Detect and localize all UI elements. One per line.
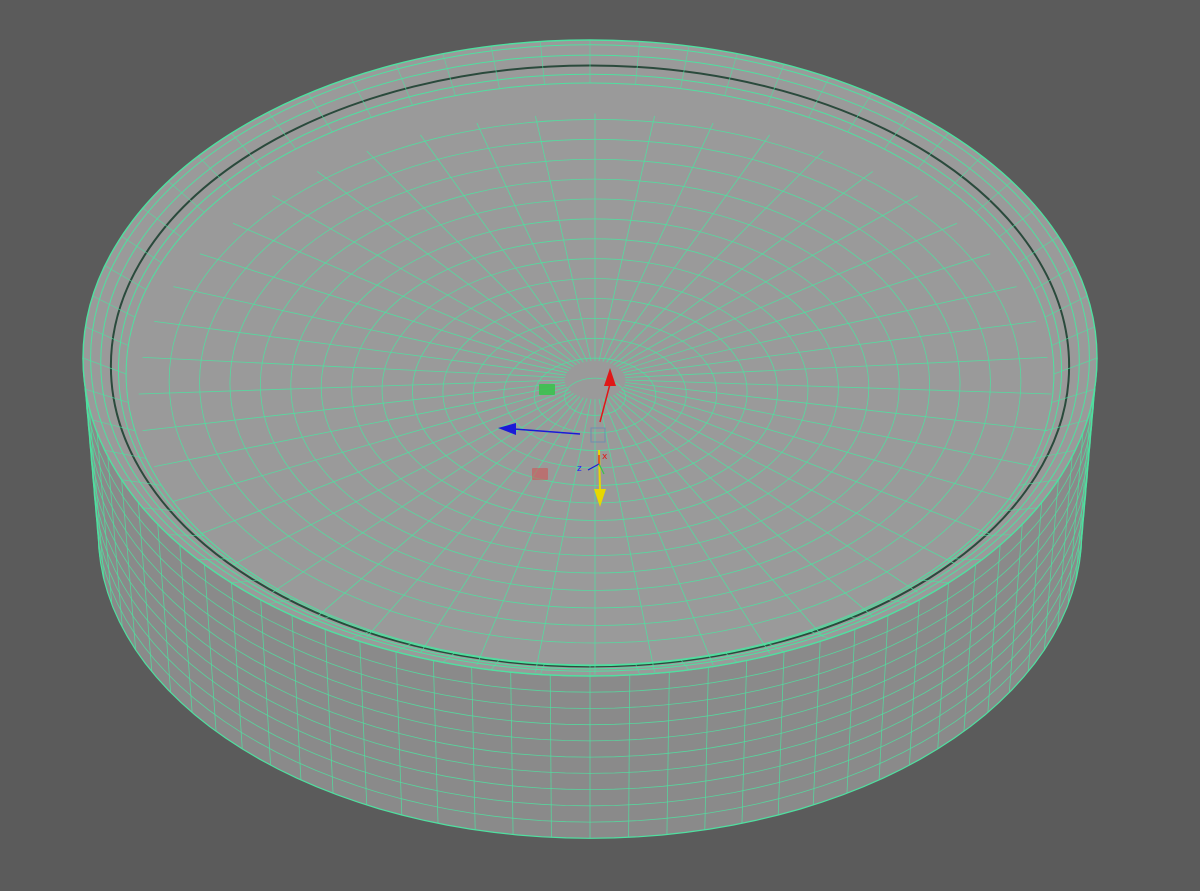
3d-viewport[interactable]: x z (0, 0, 1200, 891)
cylinder-mesh[interactable] (82, 39, 1098, 839)
gizmo-plane-handle-red[interactable] (532, 468, 548, 480)
gizmo-plane-handle-green[interactable] (539, 384, 555, 395)
gizmo-z-label: z (577, 464, 582, 474)
gizmo-x-label: x (602, 452, 608, 462)
viewport-canvas[interactable]: x z (0, 0, 1200, 891)
